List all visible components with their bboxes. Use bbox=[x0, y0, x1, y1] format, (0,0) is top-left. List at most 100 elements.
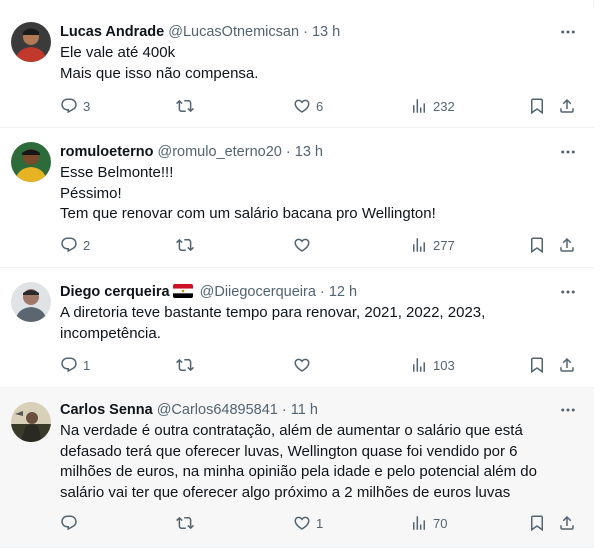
user-handle[interactable]: @romulo_eterno20 bbox=[157, 144, 281, 160]
bookmark-button[interactable] bbox=[528, 355, 546, 375]
tweet-line: Mais que isso não compensa. bbox=[60, 64, 259, 82]
user-handle[interactable]: @Diiegocerqueira bbox=[200, 284, 316, 300]
tweet-line: Péssimo! bbox=[60, 184, 122, 202]
bookmark-button[interactable] bbox=[528, 513, 546, 533]
retweet-icon bbox=[176, 516, 194, 530]
tweet[interactable]: Carlos Senna @Carlos64895841 · 11 h Na v… bbox=[0, 388, 594, 548]
like-button[interactable]: 1 bbox=[293, 513, 323, 533]
action-bar: 1 103 bbox=[60, 355, 580, 375]
tweet-line: salário vai ter que oferecer algo próxim… bbox=[60, 483, 511, 501]
retweet-button[interactable] bbox=[176, 513, 199, 533]
action-bar: 3 6 232 bbox=[60, 96, 580, 116]
views-button[interactable]: 232 bbox=[410, 96, 455, 116]
display-name[interactable]: Lucas Andrade bbox=[60, 24, 164, 40]
tweet-line: Na verdade é outra contratação, além de … bbox=[60, 422, 523, 439]
display-name[interactable]: Diego cerqueira bbox=[60, 284, 170, 300]
avatar[interactable] bbox=[11, 402, 51, 442]
share-button[interactable] bbox=[558, 96, 576, 116]
tweet-line: milhões de euros, na minha opinião pela … bbox=[60, 463, 537, 480]
views-button[interactable]: 70 bbox=[410, 513, 447, 533]
tweet-line: defasado terá que oferecer luvas, Wellin… bbox=[60, 442, 518, 460]
display-name[interactable]: romuloeterno bbox=[60, 144, 153, 160]
bookmark-icon bbox=[531, 237, 543, 254]
view-count: 277 bbox=[433, 237, 455, 253]
share-icon bbox=[560, 515, 574, 530]
bookmark-icon bbox=[531, 515, 543, 532]
reply-icon bbox=[61, 237, 77, 253]
more-icon[interactable] bbox=[556, 22, 580, 42]
bookmark-button[interactable] bbox=[528, 235, 546, 255]
timestamp[interactable]: 11 h bbox=[291, 402, 318, 418]
views-icon bbox=[413, 516, 425, 530]
view-count: 70 bbox=[433, 515, 448, 531]
reply-icon bbox=[61, 515, 77, 531]
share-button[interactable] bbox=[558, 513, 576, 533]
reply-icon bbox=[61, 98, 77, 114]
tweet[interactable]: Diego cerqueira @Diiegocerqueira · 12 h … bbox=[0, 268, 594, 388]
reply-count: 2 bbox=[83, 237, 91, 253]
avatar[interactable] bbox=[11, 22, 51, 62]
tweet-text: Na verdade é outra contratação, além de … bbox=[60, 421, 570, 503]
tweet-line: Esse Belmonte!!! bbox=[60, 164, 174, 181]
retweet-button[interactable] bbox=[176, 355, 199, 375]
tweet[interactable]: romuloeterno @romulo_eterno20 · 13 h Ess… bbox=[0, 128, 594, 268]
like-button[interactable] bbox=[293, 235, 316, 255]
reply-feed: Lucas Andrade @LucasOtnemicsan · 13 h El… bbox=[0, 0, 594, 548]
bookmark-icon bbox=[531, 98, 543, 115]
views-icon bbox=[413, 358, 425, 372]
share-button[interactable] bbox=[558, 355, 576, 375]
tweet-header: Carlos Senna @Carlos64895841 · 11 h bbox=[60, 400, 554, 420]
like-count: 6 bbox=[316, 98, 324, 114]
timestamp[interactable]: 12 h bbox=[329, 284, 357, 300]
retweet-icon bbox=[176, 99, 194, 113]
tweet-header: romuloeterno @romulo_eterno20 · 13 h bbox=[60, 142, 554, 162]
share-icon bbox=[560, 98, 574, 113]
separator: · bbox=[285, 144, 291, 160]
reply-button[interactable]: 3 bbox=[60, 96, 90, 116]
tweet[interactable]: Lucas Andrade @LucasOtnemicsan · 13 h El… bbox=[0, 8, 594, 128]
tweet-line: A diretoria teve bastante tempo para ren… bbox=[60, 304, 486, 321]
share-icon bbox=[560, 357, 574, 372]
retweet-icon bbox=[176, 238, 194, 252]
like-icon bbox=[294, 358, 310, 372]
tweet-text: A diretoria teve bastante tempo para ren… bbox=[60, 303, 570, 344]
action-bar: 1 70 bbox=[60, 513, 580, 533]
views-button[interactable]: 103 bbox=[410, 355, 455, 375]
more-icon[interactable] bbox=[556, 400, 580, 420]
reply-icon bbox=[61, 357, 77, 373]
more-icon[interactable] bbox=[556, 282, 580, 302]
user-handle[interactable]: @Carlos64895841 bbox=[157, 402, 278, 418]
retweet-button[interactable] bbox=[176, 96, 199, 116]
bookmark-button[interactable] bbox=[528, 96, 546, 116]
user-handle[interactable]: @LucasOtnemicsan bbox=[168, 24, 299, 40]
view-count: 103 bbox=[433, 357, 455, 373]
tweet-line: Tem que renovar com um salário bacana pr… bbox=[60, 205, 436, 222]
reply-button[interactable] bbox=[60, 513, 83, 533]
views-icon bbox=[413, 238, 425, 252]
timestamp[interactable]: 13 h bbox=[312, 24, 340, 40]
avatar[interactable] bbox=[11, 282, 51, 322]
like-button[interactable]: 6 bbox=[293, 96, 323, 116]
tweet-line: Ele vale até 400k bbox=[60, 44, 176, 61]
like-count: 1 bbox=[316, 515, 324, 531]
egypt-flag-icon bbox=[172, 284, 193, 298]
retweet-button[interactable] bbox=[176, 235, 199, 255]
reply-count: 3 bbox=[83, 98, 91, 114]
reply-button[interactable]: 1 bbox=[60, 355, 90, 375]
avatar[interactable] bbox=[11, 142, 51, 182]
tweet-text: Ele vale até 400k Mais que isso não comp… bbox=[60, 43, 570, 84]
separator: · bbox=[303, 24, 308, 40]
view-count: 232 bbox=[433, 98, 455, 114]
like-button[interactable] bbox=[293, 355, 316, 375]
tweet-line: incompetência. bbox=[60, 324, 161, 342]
bookmark-icon bbox=[531, 357, 543, 374]
tweet-header: Diego cerqueira @Diiegocerqueira · 12 h bbox=[60, 282, 554, 302]
retweet-icon bbox=[176, 358, 194, 372]
share-button[interactable] bbox=[558, 235, 576, 255]
views-button[interactable]: 277 bbox=[410, 235, 455, 255]
display-name[interactable]: Carlos Senna bbox=[60, 402, 153, 418]
reply-button[interactable]: 2 bbox=[60, 235, 90, 255]
more-icon[interactable] bbox=[556, 142, 580, 162]
timestamp[interactable]: 13 h bbox=[295, 144, 323, 160]
separator: · bbox=[281, 402, 287, 418]
